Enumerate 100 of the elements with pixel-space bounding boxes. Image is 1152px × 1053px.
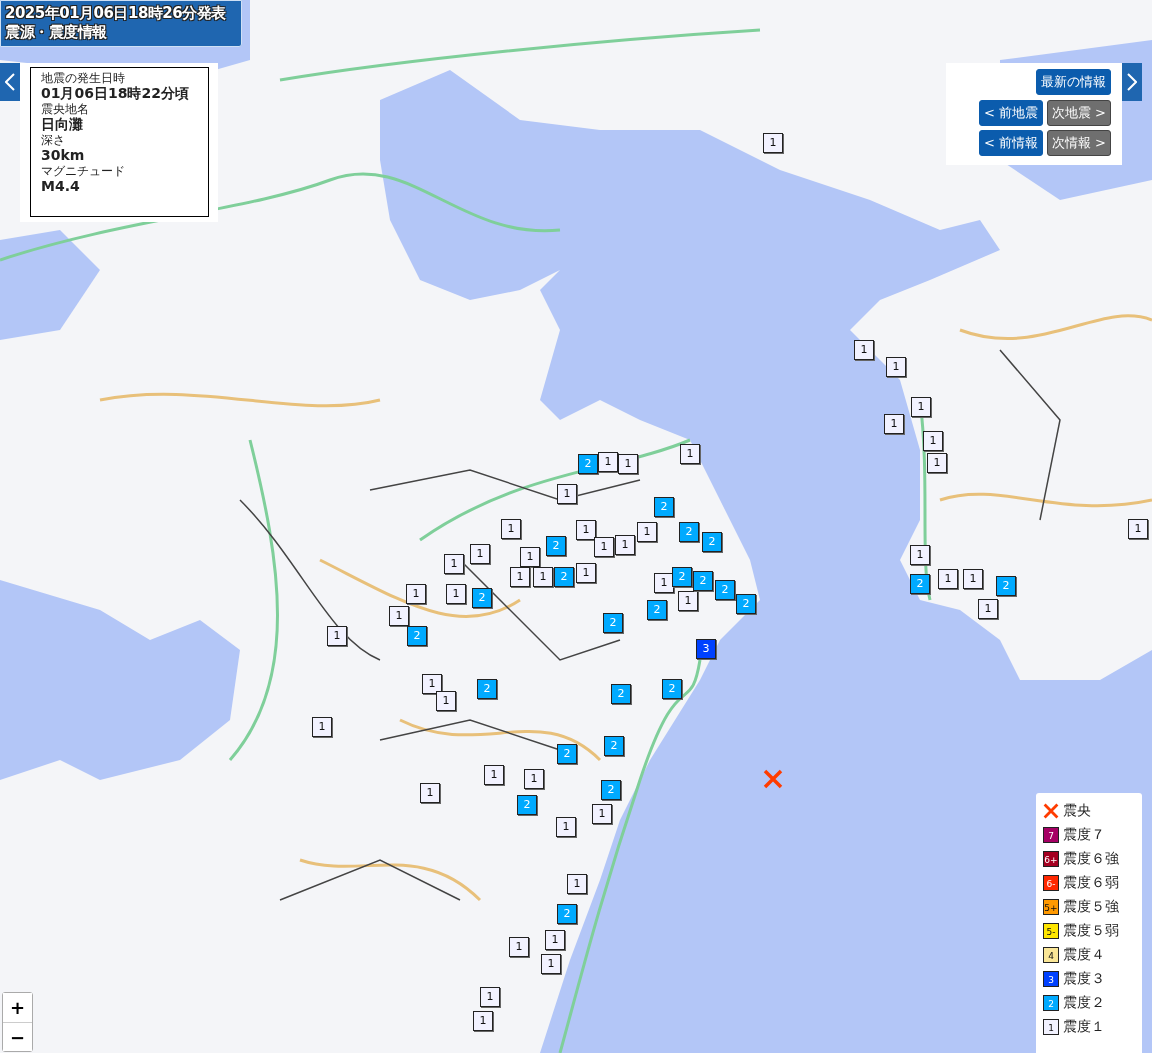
collapse-panel-button[interactable] — [0, 63, 20, 101]
intensity-marker: 1 — [637, 522, 657, 542]
intensity-badge: 6+ — [1043, 851, 1059, 867]
intensity-marker: 1 — [422, 674, 442, 694]
intensity-marker: 2 — [647, 600, 667, 620]
legend-label: 震度６強 — [1063, 850, 1119, 868]
field-value: M4.4 — [41, 178, 81, 195]
intensity-marker: 1 — [576, 563, 596, 583]
intensity-marker: 2 — [546, 536, 566, 556]
intensity-marker: 1 — [911, 397, 931, 417]
intensity-marker: 2 — [517, 795, 537, 815]
intensity-marker: 1 — [557, 484, 577, 504]
legend-label: 震度３ — [1063, 970, 1105, 988]
legend-label: 震央 — [1063, 802, 1091, 820]
intensity-marker: 2 — [611, 684, 631, 704]
intensity-marker: 1 — [884, 414, 904, 434]
intensity-marker: 1 — [963, 569, 983, 589]
intensity-marker: 1 — [910, 545, 930, 565]
intensity-marker: 1 — [312, 717, 332, 737]
intensity-marker: 1 — [594, 537, 614, 557]
intensity-badge: 1 — [1043, 1019, 1059, 1035]
intensity-marker: 1 — [509, 937, 529, 957]
intensity-marker: 1 — [556, 817, 576, 837]
epicenter-cross-icon — [1043, 803, 1059, 819]
field-label: 震央地名 — [41, 102, 90, 116]
field-label: マグニチュード — [41, 164, 126, 178]
intensity-marker: 1 — [484, 765, 504, 785]
intensity-marker: 1 — [680, 444, 700, 464]
intensity-badge: 5+ — [1043, 899, 1059, 915]
intensity-marker: 1 — [923, 431, 943, 451]
intensity-marker: 2 — [601, 780, 621, 800]
intensity-marker: 2 — [679, 522, 699, 542]
intensity-marker: 2 — [715, 580, 735, 600]
intensity-marker: 2 — [557, 904, 577, 924]
intensity-marker: 2 — [693, 571, 713, 591]
intensity-marker: 2 — [554, 567, 574, 587]
legend-label: 震度５弱 — [1063, 922, 1119, 940]
intensity-badge: 7 — [1043, 827, 1059, 843]
intensity-badge: 2 — [1043, 995, 1059, 1011]
chevron-left-icon — [5, 73, 15, 91]
intensity-marker: 1 — [446, 584, 466, 604]
expand-panel-button[interactable] — [1122, 63, 1142, 101]
intensity-marker: 2 — [477, 679, 497, 699]
intensity-marker: 1 — [541, 954, 561, 974]
intensity-marker: 1 — [524, 769, 544, 789]
intensity-marker: 1 — [389, 606, 409, 626]
field-label: 地震の発生日時 — [41, 71, 126, 85]
intensity-marker: 1 — [533, 567, 553, 587]
intensity-marker: 1 — [618, 454, 638, 474]
legend-label: 震度５強 — [1063, 898, 1119, 916]
intensity-badge: 6- — [1043, 875, 1059, 891]
intensity-marker: 2 — [603, 613, 623, 633]
legend-label: 震度７ — [1063, 826, 1105, 844]
intensity-marker: 1 — [654, 573, 674, 593]
epicenter-cross-icon — [763, 769, 783, 789]
intensity-marker: 2 — [662, 679, 682, 699]
intensity-marker: 1 — [420, 783, 440, 803]
legend-label: 震度６弱 — [1063, 874, 1119, 892]
intensity-marker: 2 — [557, 744, 577, 764]
intensity-marker: 2 — [996, 576, 1016, 596]
zoom-out-button[interactable]: − — [3, 1022, 32, 1051]
intensity-marker: 2 — [407, 626, 427, 646]
intensity-marker: 1 — [436, 691, 456, 711]
field-label: 深さ — [41, 133, 66, 147]
intensity-marker: 1 — [501, 519, 521, 539]
intensity-marker: 1 — [854, 340, 874, 360]
intensity-marker: 2 — [736, 594, 756, 614]
intensity-marker: 1 — [763, 133, 783, 153]
navigation-button[interactable]: < 前地震 — [978, 100, 1043, 126]
intensity-marker: 1 — [327, 626, 347, 646]
intensity-marker: 1 — [444, 554, 464, 574]
intensity-marker: 2 — [578, 454, 598, 474]
field-value: 01月06日18時22分頃 — [41, 85, 190, 102]
navigation-button[interactable]: < 前情報 — [978, 130, 1043, 156]
chevron-right-icon — [1127, 73, 1137, 91]
intensity-marker: 1 — [470, 544, 490, 564]
intensity-marker: 1 — [1128, 519, 1148, 539]
intensity-marker: 1 — [592, 804, 612, 824]
intensity-marker: 2 — [672, 567, 692, 587]
intensity-marker: 2 — [910, 574, 930, 594]
report-title: 震源・震度情報 — [5, 23, 108, 42]
intensity-marker: 2 — [702, 532, 722, 552]
intensity-marker: 2 — [654, 497, 674, 517]
field-value: 30km — [41, 147, 86, 164]
intensity-marker: 1 — [886, 357, 906, 377]
report-title: 2025年01月06日18時26分発表 — [5, 4, 227, 23]
intensity-marker: 2 — [472, 588, 492, 608]
intensity-marker: 1 — [598, 452, 618, 472]
intensity-marker: 1 — [520, 547, 540, 567]
intensity-marker: 1 — [927, 453, 947, 473]
intensity-marker: 1 — [576, 520, 596, 540]
intensity-marker: 1 — [510, 567, 530, 587]
field-value: 日向灘 — [41, 116, 84, 133]
intensity-marker: 1 — [545, 930, 565, 950]
latest-info-button[interactable]: 最新の情報 — [1036, 69, 1111, 95]
intensity-marker: 1 — [678, 591, 698, 611]
intensity-badge: 5- — [1043, 923, 1059, 939]
intensity-marker: 1 — [615, 535, 635, 555]
intensity-badge: 4 — [1043, 947, 1059, 963]
legend-label: 震度２ — [1063, 994, 1105, 1012]
